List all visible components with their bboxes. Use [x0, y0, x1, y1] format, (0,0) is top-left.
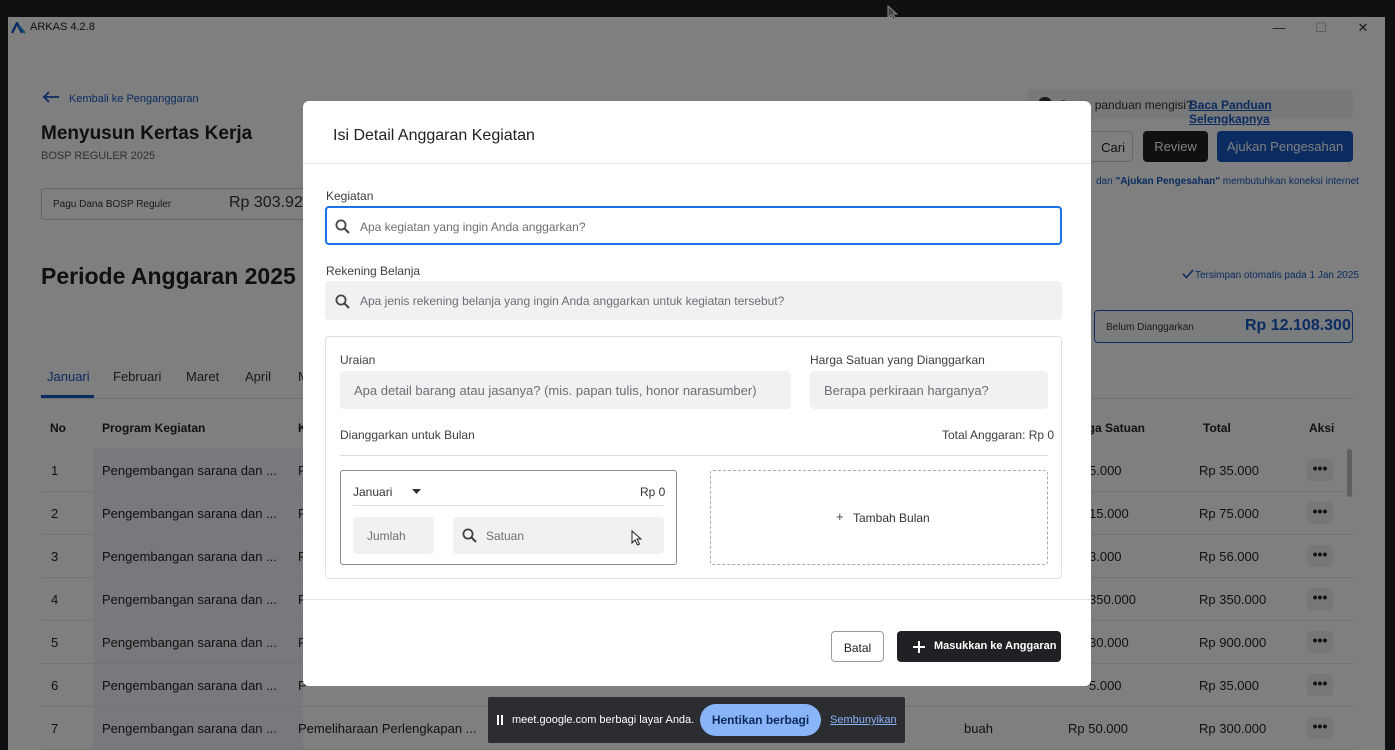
- bulan-divider: [340, 455, 1048, 456]
- harga-label: Harga Satuan yang Dianggarkan: [810, 353, 985, 367]
- uraian-placeholder: Apa detail barang atau jasanya? (mis. pa…: [354, 383, 757, 398]
- cancel-button[interactable]: Batal: [831, 631, 884, 662]
- kegiatan-label: Kegiatan: [326, 189, 374, 203]
- plus-icon: [913, 641, 925, 653]
- uraian-label: Uraian: [340, 353, 376, 367]
- screen-share-bar: meet.google.com berbagi layar Anda. Hent…: [488, 697, 905, 743]
- bulan-label: Dianggarkan untuk Bulan: [340, 428, 475, 442]
- add-to-budget-label: Masukkan ke Anggaran: [934, 640, 1057, 652]
- jumlah-placeholder: Jumlah: [367, 529, 406, 543]
- modal-footer-divider: [303, 599, 1091, 600]
- add-month-label: Tambah Bulan: [853, 511, 930, 525]
- harga-placeholder: Berapa perkiraan harganya?: [824, 383, 989, 398]
- jumlah-input[interactable]: Jumlah: [353, 517, 434, 554]
- month-amount: Rp 0: [640, 485, 666, 499]
- rekening-input[interactable]: Apa jenis rekening belanja yang ingin An…: [325, 281, 1062, 320]
- hide-share-bar-link[interactable]: Sembunyikan: [830, 714, 897, 726]
- kegiatan-input[interactable]: Apa kegiatan yang ingin Anda anggarkan?: [325, 206, 1062, 245]
- add-month-button[interactable]: + Tambah Bulan: [710, 470, 1048, 565]
- uraian-input[interactable]: Apa detail barang atau jasanya? (mis. pa…: [340, 371, 791, 409]
- modal-title: Isi Detail Anggaran Kegiatan: [333, 127, 535, 144]
- stop-sharing-button[interactable]: Hentikan berbagi: [700, 704, 821, 736]
- month-card: Januari Rp 0 Jumlah Satuan: [340, 470, 677, 565]
- plus-icon: +: [836, 509, 844, 524]
- search-icon: [335, 294, 350, 309]
- month-card-divider: [353, 505, 664, 506]
- cursor-icon: [887, 5, 899, 21]
- detail-section: Uraian Apa detail barang atau jasanya? (…: [325, 336, 1062, 579]
- pause-icon: [497, 715, 503, 725]
- search-icon: [462, 528, 477, 543]
- satuan-input[interactable]: Satuan: [453, 517, 664, 554]
- search-icon: [335, 219, 350, 234]
- total-budget: Total Anggaran: Rp 0: [942, 428, 1055, 442]
- add-to-budget-button[interactable]: Masukkan ke Anggaran: [897, 631, 1061, 662]
- modal-header: Isi Detail Anggaran Kegiatan: [303, 101, 1091, 164]
- cursor-icon: [631, 530, 642, 546]
- dropdown-caret-icon[interactable]: [412, 489, 421, 495]
- budget-detail-modal: Isi Detail Anggaran Kegiatan Kegiatan Ap…: [303, 101, 1091, 686]
- kegiatan-placeholder: Apa kegiatan yang ingin Anda anggarkan?: [360, 220, 586, 234]
- rekening-placeholder: Apa jenis rekening belanja yang ingin An…: [360, 294, 785, 308]
- rekening-label: Rekening Belanja: [326, 264, 421, 278]
- harga-input[interactable]: Berapa perkiraan harganya?: [810, 371, 1048, 409]
- share-text: meet.google.com berbagi layar Anda.: [512, 714, 695, 726]
- satuan-placeholder: Satuan: [486, 529, 525, 543]
- month-select[interactable]: Januari: [353, 485, 392, 499]
